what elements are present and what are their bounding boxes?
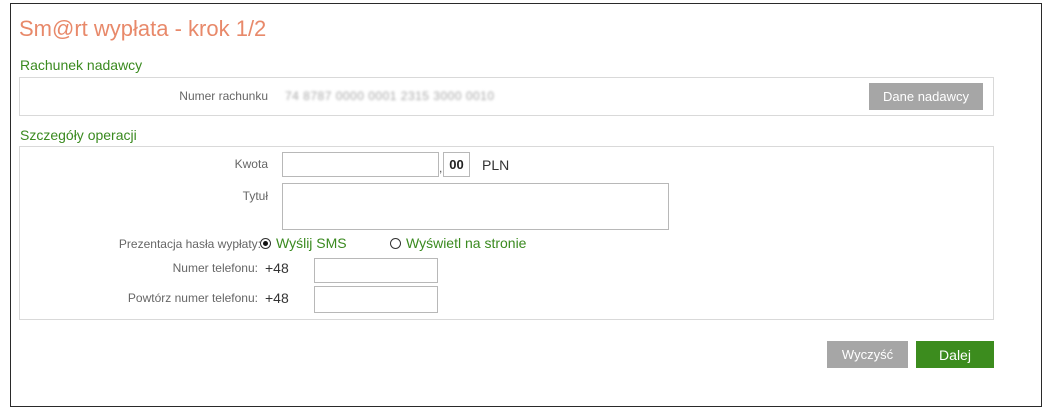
show-on-page-radio[interactable] [390, 238, 401, 249]
phone-repeat-label: Powtórz numer telefonu: [127, 291, 258, 305]
show-on-page-label[interactable]: Wyświetl na stronie [406, 235, 526, 251]
details-panel: Kwota , PLN Tytuł Prezentacja hasła wypł… [19, 146, 994, 320]
page-title: Sm@rt wypłata - krok 1/2 [19, 16, 267, 41]
title-textarea[interactable] [282, 183, 669, 230]
sender-details-button[interactable]: Dane nadawcy [869, 83, 983, 110]
currency-label: PLN [482, 157, 510, 173]
amount-cents-input[interactable] [443, 152, 470, 177]
send-sms-radio[interactable] [260, 238, 271, 249]
phone-prefix: +48 [265, 260, 289, 276]
phone-repeat-input[interactable] [314, 286, 438, 313]
clear-button[interactable]: Wyczyść [827, 341, 908, 368]
send-sms-label[interactable]: Wyślij SMS [276, 235, 347, 251]
title-label: Tytuł [242, 189, 268, 203]
amount-label: Kwota [234, 157, 268, 171]
amount-input[interactable] [282, 152, 439, 177]
sender-panel: Numer rachunku 74 8787 0000 0001 2315 30… [19, 77, 994, 116]
presentation-label: Prezentacja hasła wypłaty: [118, 237, 261, 251]
phone-repeat-prefix: +48 [265, 290, 289, 306]
sender-section-title: Rachunek nadawcy [20, 57, 143, 73]
phone-input[interactable] [314, 258, 438, 283]
amount-separator: , [439, 161, 443, 175]
details-section-title: Szczegóły operacji [20, 127, 137, 143]
next-button[interactable]: Dalej [916, 341, 994, 368]
phone-label: Numer telefonu: [172, 261, 258, 275]
account-number-value: 74 8787 0000 0001 2315 3000 0010 [285, 89, 495, 103]
account-number-label: Numer rachunku [179, 89, 268, 103]
